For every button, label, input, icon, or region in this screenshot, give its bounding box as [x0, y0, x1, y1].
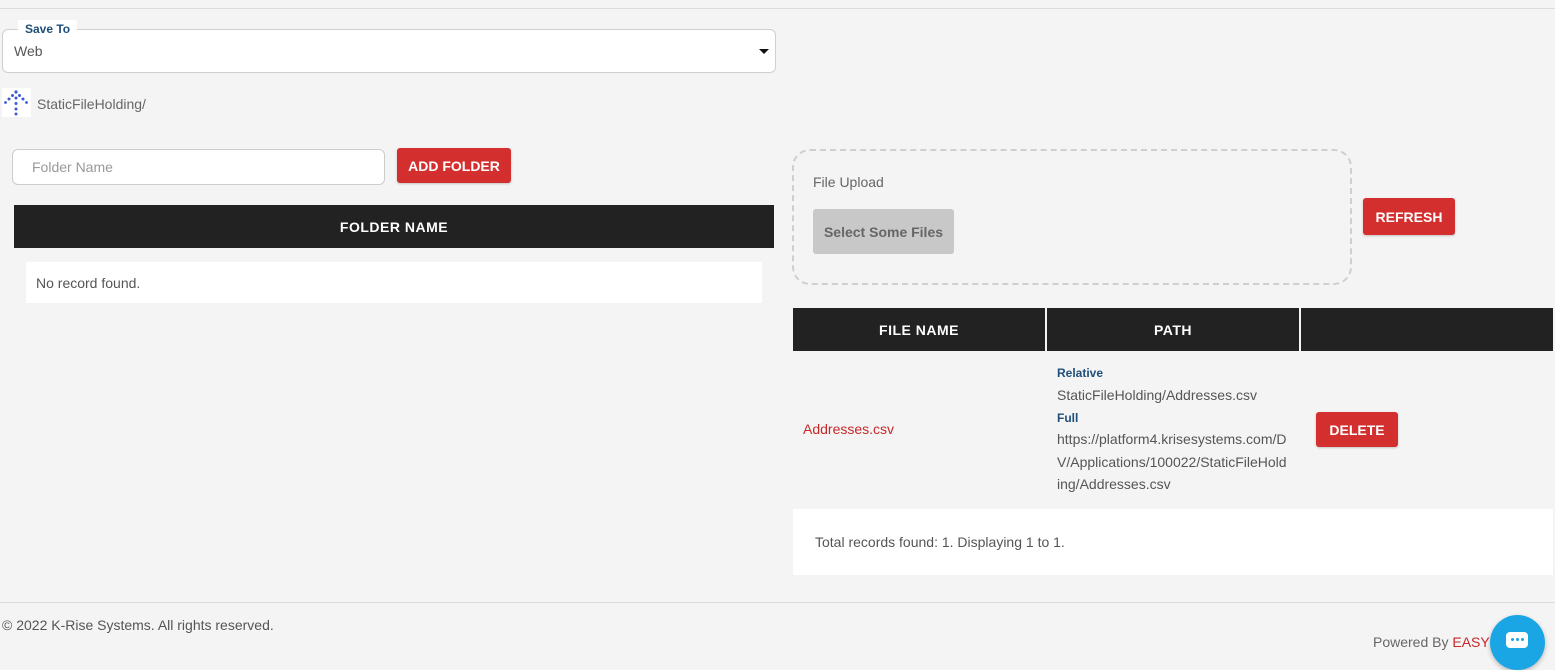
copyright-text: © 2022 K-Rise Systems. All rights reserv… [2, 617, 274, 633]
save-to-select[interactable]: Web [2, 29, 776, 73]
records-summary: Total records found: 1. Displaying 1 to … [793, 509, 1553, 575]
file-name-header[interactable]: FILE NAME [793, 308, 1045, 351]
relative-label: Relative [1057, 366, 1104, 380]
folder-name-input[interactable] [12, 149, 385, 185]
actions-header [1301, 308, 1553, 351]
powered-by: Powered By EASY [1373, 634, 1490, 650]
file-upload-label: File Upload [813, 174, 884, 190]
folder-empty-message: No record found. [26, 262, 762, 303]
refresh-button[interactable]: REFRESH [1363, 198, 1455, 235]
select-files-button[interactable]: Select Some Files [813, 209, 954, 254]
folder-up-icon[interactable] [2, 88, 31, 117]
save-to-label: Save To [18, 20, 78, 38]
add-folder-button[interactable]: ADD FOLDER [397, 148, 511, 183]
delete-button[interactable]: DELETE [1316, 412, 1398, 447]
footer-divider [0, 602, 1555, 603]
powered-by-label: Powered By [1373, 634, 1449, 650]
top-divider [0, 8, 1555, 9]
file-link[interactable]: Addresses.csv [803, 421, 894, 437]
folder-table: FOLDER NAME [14, 205, 774, 248]
brand-link[interactable]: EASY [1452, 634, 1489, 650]
relative-path: StaticFileHolding/Addresses.csv [1057, 387, 1257, 403]
full-label: Full [1057, 411, 1079, 425]
chevron-down-icon [759, 49, 769, 54]
folder-name-header[interactable]: FOLDER NAME [14, 205, 774, 248]
chat-icon[interactable] [1490, 615, 1545, 670]
chat-bubble-glyph [1506, 632, 1528, 648]
save-to-value: Web [14, 43, 43, 59]
full-path: https://platform4.krisesystems.com/DV/Ap… [1057, 431, 1287, 492]
current-path: StaticFileHolding/ [37, 96, 146, 112]
path-header[interactable]: PATH [1047, 308, 1299, 351]
